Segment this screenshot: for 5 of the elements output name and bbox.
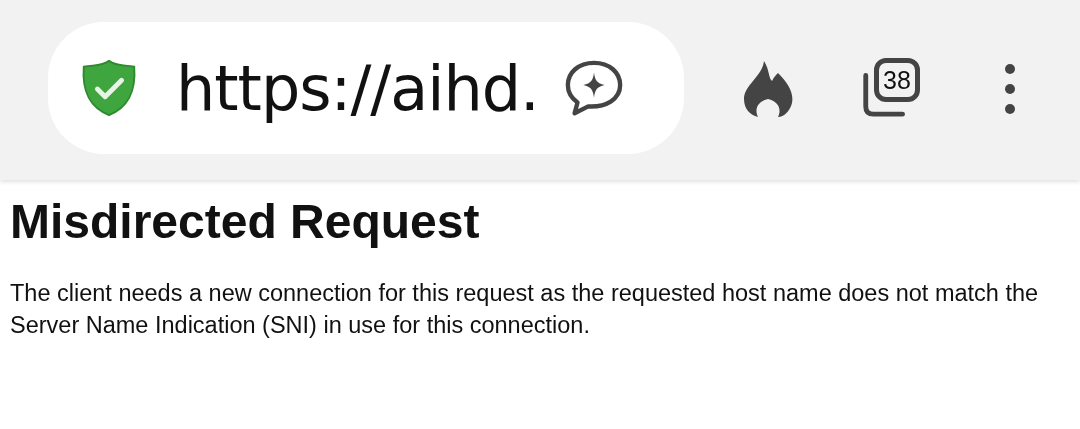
url-text[interactable]: https://aihd. [176,51,539,125]
error-message: The client needs a new connection for this request as the requested host name does not match the Server Name Indication (SNI) in use for this connection. [10,279,1040,340]
page-heading: Misdirected Request [10,194,481,249]
address-bar[interactable]: https://aihd. [48,22,684,154]
menu-icon[interactable] [1004,63,1016,115]
